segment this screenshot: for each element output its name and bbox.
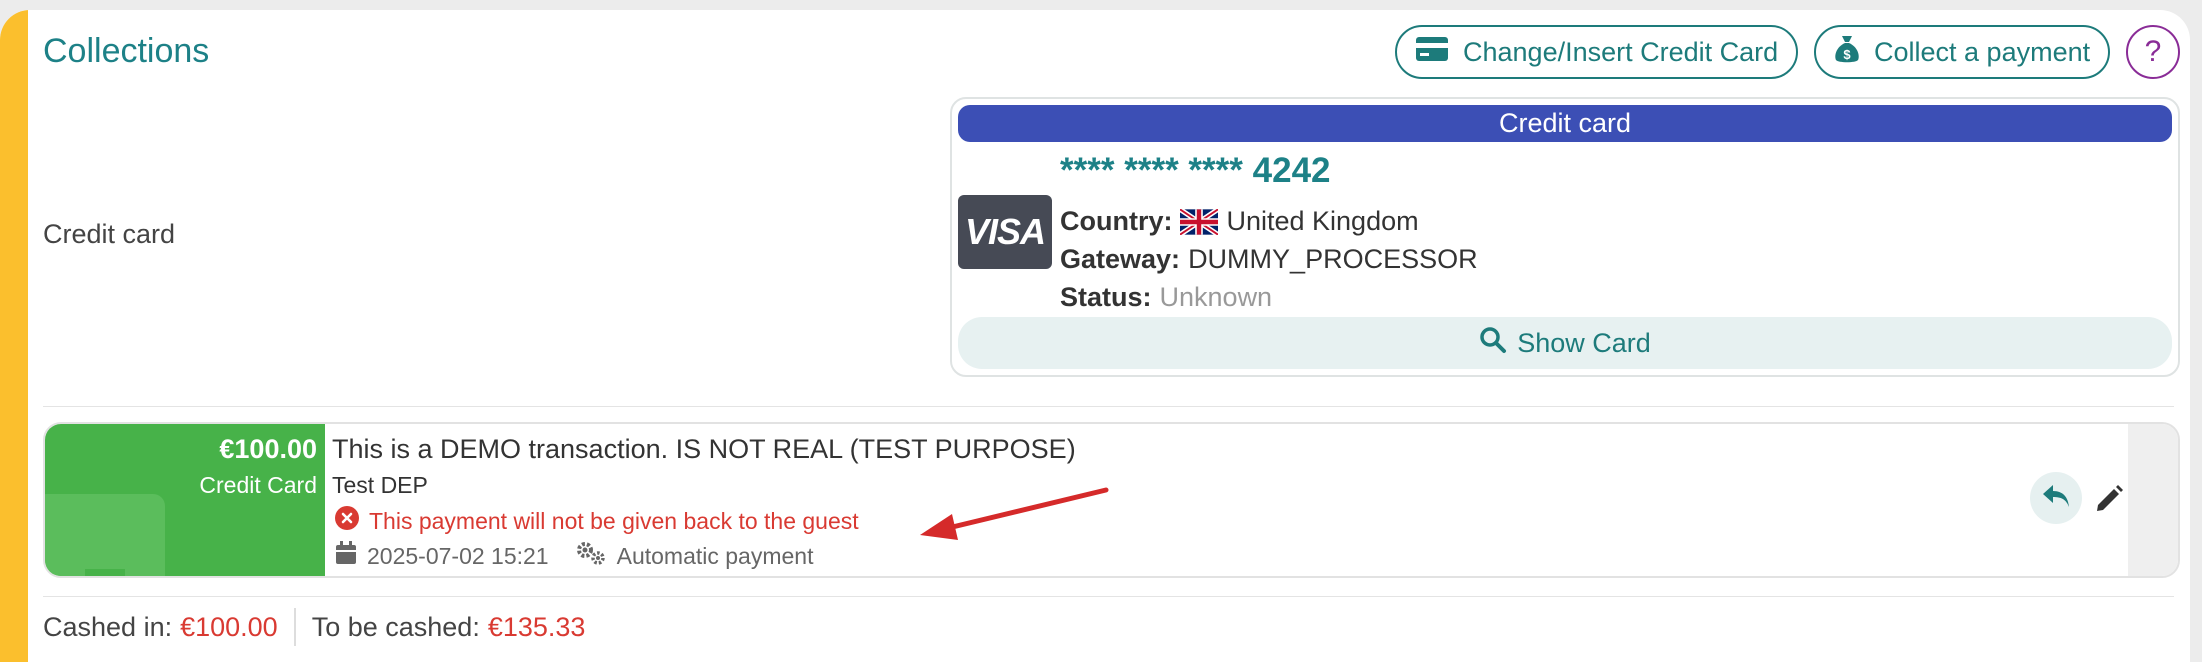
collections-summary: Cashed in: €100.00 To be cashed: €135.33 [43, 608, 585, 646]
transaction-warning: This payment will not be given back to t… [335, 506, 859, 536]
calendar-icon [335, 541, 357, 571]
country-value: United Kingdom [1226, 206, 1419, 236]
edit-button[interactable] [2092, 484, 2126, 518]
card-mask: **** **** **** [1060, 151, 1243, 190]
card-header: Credit card [958, 105, 2172, 142]
credit-card-section-label: Credit card [43, 219, 176, 249]
show-card-button[interactable]: Show Card [958, 317, 2172, 369]
reply-icon [2041, 483, 2071, 514]
search-icon [1479, 326, 1507, 361]
transaction-method: Credit Card [199, 472, 317, 498]
transaction-subtitle: Test DEP [332, 472, 428, 498]
collections-panel: Collections Change/Insert Credit Card $ … [0, 10, 2190, 662]
transaction-amount: €100.00 [219, 434, 317, 464]
error-circle-icon [335, 506, 359, 536]
status-stripe [0, 10, 28, 662]
credit-card-details: Credit card VISA **** **** **** 4242 Cou… [950, 97, 2180, 377]
svg-text:$: $ [1843, 47, 1851, 62]
card-status-row: Status: Unknown [1060, 282, 1272, 313]
gears-icon [575, 540, 607, 572]
warning-text: This payment will not be given back to t… [369, 507, 859, 534]
change-card-button[interactable]: Change/Insert Credit Card [1395, 25, 1799, 79]
credit-card-icon [1415, 36, 1449, 69]
transaction-amount-panel: €100.00 Credit Card [45, 424, 325, 576]
uk-flag-icon [1179, 206, 1220, 237]
divider [43, 596, 2174, 597]
page-title: Collections [43, 32, 210, 70]
change-card-label: Change/Insert Credit Card [1463, 36, 1779, 67]
status-value: Unknown [1159, 282, 1273, 312]
to-be-cashed-value: €135.33 [487, 611, 586, 642]
refund-button[interactable] [2030, 472, 2082, 524]
country-label: Country: [1060, 206, 1173, 236]
transaction-title: This is a DEMO transaction. IS NOT REAL … [332, 434, 1076, 464]
cashed-in-value: €100.00 [180, 611, 278, 642]
card-country-row: Country: United Kingdom [1060, 206, 1419, 237]
help-button[interactable]: ? [2126, 25, 2180, 79]
to-be-cashed-label: To be cashed: [311, 611, 480, 642]
money-bag-icon: $ [1834, 34, 1860, 71]
card-gateway-row: Gateway: DUMMY_PROCESSOR [1060, 244, 1478, 275]
transaction-actions-panel [2128, 424, 2178, 576]
transaction-datetime: 2025-07-02 15:21 [367, 542, 549, 569]
collect-payment-label: Collect a payment [1874, 36, 2091, 67]
collect-payment-button[interactable]: $ Collect a payment [1814, 25, 2111, 79]
summary-separator [293, 608, 296, 646]
card-last4: 4242 [1252, 151, 1331, 190]
gateway-value: DUMMY_PROCESSOR [1188, 244, 1478, 274]
show-card-label: Show Card [1517, 327, 1651, 358]
card-watermark-icon [45, 494, 165, 576]
divider [43, 406, 2174, 407]
gateway-label: Gateway: [1060, 244, 1181, 274]
cashed-in-label: Cashed in: [43, 611, 173, 642]
status-label: Status: [1060, 282, 1152, 312]
transaction-meta: 2025-07-02 15:21 Automatic payment [335, 540, 813, 572]
card-number: **** **** **** 4242 [1060, 151, 1331, 191]
help-label: ? [2144, 35, 2162, 68]
pencil-icon [2094, 484, 2124, 519]
transaction-type: Automatic payment [616, 542, 814, 569]
annotation-arrow [920, 487, 1109, 540]
visa-logo: VISA [958, 195, 1052, 269]
